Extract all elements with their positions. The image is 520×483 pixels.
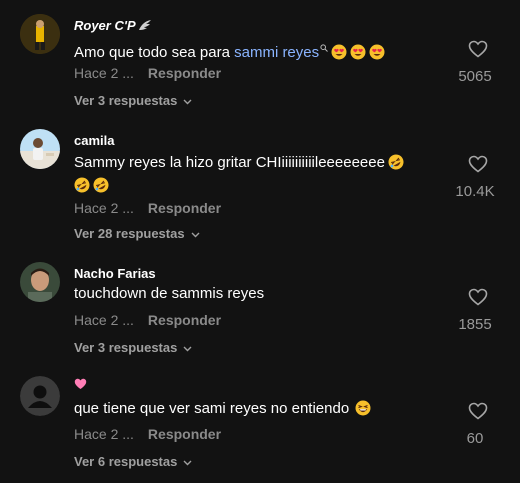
like-button[interactable]: 10.4K: [430, 155, 500, 200]
comment-meta: Hace 2 ... Responder: [74, 65, 221, 81]
comment-text-body: que tiene que ver sami reyes no entiendo: [74, 400, 350, 417]
heart-outline-icon[interactable]: [468, 40, 488, 58]
like-count: 10.4K: [455, 183, 495, 200]
timestamp: Hace 2 ...: [74, 312, 134, 328]
like-count: 1855: [458, 316, 492, 333]
username[interactable]: [74, 378, 87, 393]
heart-outline-icon[interactable]: [468, 155, 488, 173]
laughing-emoji: [355, 400, 371, 416]
username[interactable]: Nacho Farias: [74, 266, 156, 281]
view-replies-button[interactable]: Ver 3 respuestas: [74, 340, 192, 355]
comment-text: que tiene que ver sami reyes no entiendo: [74, 397, 444, 420]
pink-heart-emoji: [74, 378, 87, 393]
view-replies-button[interactable]: Ver 6 respuestas: [74, 454, 192, 469]
timestamp: Hace 2 ...: [74, 65, 134, 81]
reply-button[interactable]: Responder: [148, 312, 221, 328]
timestamp: Hace 2 ...: [74, 426, 134, 442]
like-button[interactable]: 1855: [430, 288, 500, 333]
search-icon[interactable]: [320, 36, 328, 59]
heart-outline-icon[interactable]: [468, 288, 488, 306]
comment-meta: Hace 2 ... Responder: [74, 312, 221, 328]
heart-eyes-emoji: [350, 44, 366, 60]
chevron-down-icon: [183, 99, 192, 105]
username-text[interactable]: Royer C'P: [74, 18, 136, 33]
avatar[interactable]: [20, 14, 60, 54]
view-replies-label[interactable]: Ver 28 respuestas: [74, 226, 185, 241]
comment-text-prefix: Amo que todo sea para: [74, 44, 235, 61]
comment-meta: Hace 2 ... Responder: [74, 200, 221, 216]
reply-button[interactable]: Responder: [148, 65, 221, 81]
comment-meta: Hace 2 ... Responder: [74, 426, 221, 442]
view-replies-button[interactable]: Ver 28 respuestas: [74, 226, 200, 241]
avatar[interactable]: [20, 129, 60, 169]
comment-text: touchdown de sammis reyes: [74, 285, 265, 302]
reply-button[interactable]: Responder: [148, 426, 221, 442]
view-replies-button[interactable]: Ver 3 respuestas: [74, 93, 192, 108]
timestamp: Hace 2 ...: [74, 200, 134, 216]
heart-outline-icon[interactable]: [468, 402, 488, 420]
rofl-emoji: [93, 177, 109, 193]
heart-eyes-emoji: [331, 44, 347, 60]
chevron-down-icon: [191, 232, 200, 238]
reply-button[interactable]: Responder: [148, 200, 221, 216]
like-count: 5065: [458, 68, 492, 85]
rofl-emoji: [74, 177, 90, 193]
like-button[interactable]: 5065: [430, 40, 500, 85]
username[interactable]: camila: [74, 133, 114, 148]
comment-text-body: Sammy reyes la hizo gritar CHIiiiiiiiiii…: [74, 154, 385, 171]
rofl-emoji: [388, 154, 404, 170]
username[interactable]: Royer C'P: [74, 18, 152, 34]
like-button[interactable]: 60: [430, 402, 500, 447]
comment-text: Sammy reyes la hizo gritar CHIiiiiiiiiii…: [74, 151, 444, 197]
like-count: 60: [466, 430, 484, 447]
comment-text: Amo que todo sea para sammi reyes: [74, 36, 444, 64]
view-replies-label[interactable]: Ver 3 respuestas: [74, 340, 177, 355]
chevron-down-icon: [183, 346, 192, 352]
wing-icon: [138, 19, 152, 34]
mention-link[interactable]: sammi reyes: [234, 44, 319, 61]
avatar[interactable]: [20, 376, 60, 416]
avatar[interactable]: [20, 262, 60, 302]
view-replies-label[interactable]: Ver 6 respuestas: [74, 454, 177, 469]
heart-eyes-emoji: [369, 44, 385, 60]
chevron-down-icon: [183, 460, 192, 466]
view-replies-label[interactable]: Ver 3 respuestas: [74, 93, 177, 108]
